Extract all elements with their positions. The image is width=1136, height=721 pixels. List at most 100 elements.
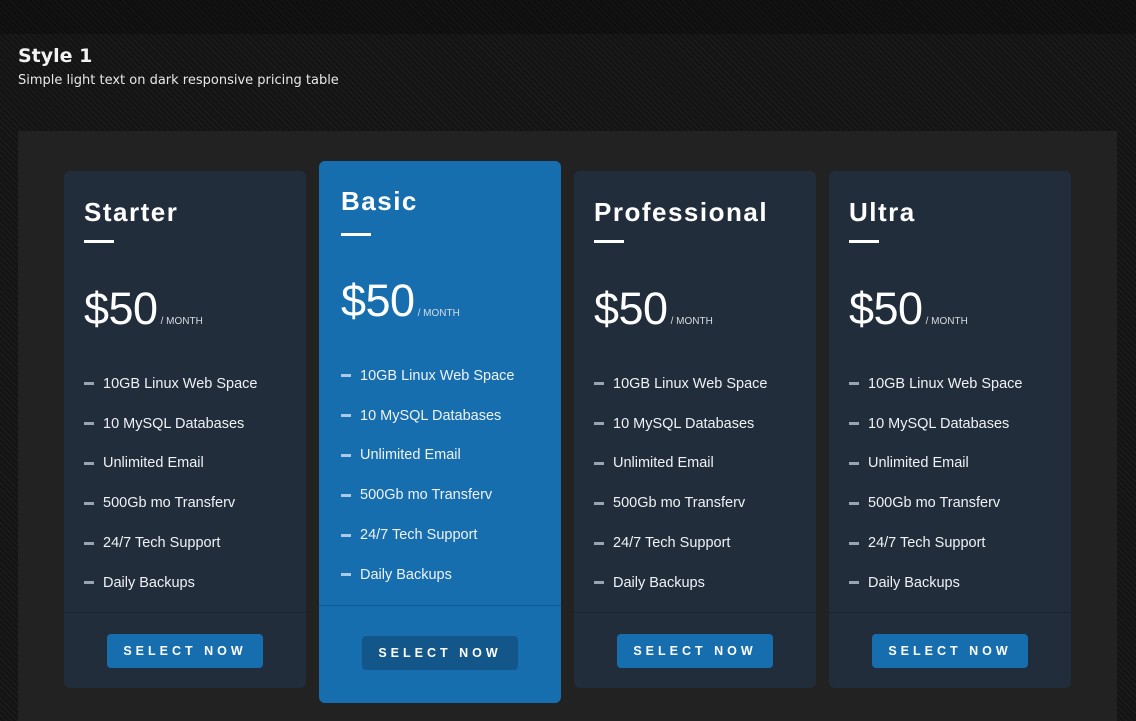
feature-label: 500Gb mo Transferv bbox=[103, 495, 236, 512]
feature-label: 10GB Linux Web Space bbox=[103, 375, 258, 392]
plan-price: $50/ MONTH bbox=[594, 283, 713, 335]
feature-label: 10GB Linux Web Space bbox=[868, 375, 1023, 392]
feature-item: Unlimited Email bbox=[84, 444, 258, 484]
feature-item: 24/7 Tech Support bbox=[849, 523, 1023, 563]
plan-name: Professional bbox=[594, 197, 769, 227]
plan-price: $50/ MONTH bbox=[341, 275, 460, 327]
feature-label: 10GB Linux Web Space bbox=[613, 375, 768, 392]
pricing-card-basic: Basic $50/ MONTH 10GB Linux Web Space 10… bbox=[319, 161, 561, 703]
dash-icon bbox=[849, 422, 859, 426]
dash-icon bbox=[849, 581, 859, 585]
pricing-card-starter: Starter $50/ MONTH 10GB Linux Web Space … bbox=[64, 171, 306, 688]
feature-list: 10GB Linux Web Space 10 MySQL Databases … bbox=[849, 364, 1023, 603]
dash-icon bbox=[84, 461, 94, 465]
feature-label: 24/7 Tech Support bbox=[613, 535, 731, 552]
dash-icon bbox=[341, 453, 351, 457]
feature-label: 10GB Linux Web Space bbox=[360, 367, 515, 384]
feature-label: 10 MySQL Databases bbox=[613, 415, 755, 432]
feature-label: Daily Backups bbox=[868, 574, 960, 591]
feature-label: Unlimited Email bbox=[868, 455, 969, 472]
dash-icon bbox=[84, 541, 94, 545]
feature-label: 500Gb mo Transferv bbox=[868, 495, 1001, 512]
plan-price: $50/ MONTH bbox=[849, 283, 968, 335]
card-divider bbox=[829, 612, 1071, 613]
feature-label: Daily Backups bbox=[360, 566, 452, 583]
feature-item: Unlimited Email bbox=[341, 436, 515, 476]
feature-item: 10 MySQL Databases bbox=[849, 404, 1023, 444]
page-title: Style 1 bbox=[18, 45, 93, 67]
price-period: / MONTH bbox=[417, 308, 460, 319]
feature-list: 10GB Linux Web Space 10 MySQL Databases … bbox=[341, 356, 515, 595]
select-now-button-starter[interactable]: SELECT NOW bbox=[107, 634, 263, 668]
feature-item: Daily Backups bbox=[594, 563, 768, 603]
feature-label: 500Gb mo Transferv bbox=[613, 495, 746, 512]
feature-item: 24/7 Tech Support bbox=[341, 515, 515, 555]
card-divider bbox=[64, 612, 306, 613]
feature-item: Unlimited Email bbox=[849, 444, 1023, 484]
feature-label: Daily Backups bbox=[613, 574, 705, 591]
dash-icon bbox=[84, 501, 94, 505]
feature-list: 10GB Linux Web Space 10 MySQL Databases … bbox=[84, 364, 258, 603]
feature-item: 10GB Linux Web Space bbox=[84, 364, 258, 404]
plan-name: Ultra bbox=[849, 197, 916, 227]
dash-icon bbox=[341, 414, 351, 418]
feature-item: 24/7 Tech Support bbox=[594, 523, 768, 563]
dash-icon bbox=[849, 541, 859, 545]
price-amount: $50 bbox=[84, 283, 158, 334]
feature-label: Daily Backups bbox=[103, 574, 195, 591]
pricing-card-ultra: Ultra $50/ MONTH 10GB Linux Web Space 10… bbox=[829, 171, 1071, 688]
feature-item: 10GB Linux Web Space bbox=[849, 364, 1023, 404]
feature-item: 10GB Linux Web Space bbox=[341, 356, 515, 396]
dash-icon bbox=[594, 461, 604, 465]
select-now-button-ultra[interactable]: SELECT NOW bbox=[872, 634, 1028, 668]
feature-item: 24/7 Tech Support bbox=[84, 523, 258, 563]
feature-item: 10 MySQL Databases bbox=[341, 396, 515, 436]
page-subtitle: Simple light text on dark responsive pri… bbox=[18, 73, 339, 88]
top-strip bbox=[0, 0, 1136, 34]
price-amount: $50 bbox=[341, 275, 415, 326]
card-divider bbox=[574, 612, 816, 613]
plan-price: $50/ MONTH bbox=[84, 283, 203, 335]
price-amount: $50 bbox=[849, 283, 923, 334]
dash-icon bbox=[594, 541, 604, 545]
dash-icon bbox=[594, 382, 604, 386]
feature-item: 10 MySQL Databases bbox=[84, 404, 258, 444]
page-header: Style 1 Simple light text on dark respon… bbox=[18, 42, 339, 89]
feature-label: 24/7 Tech Support bbox=[360, 527, 478, 544]
feature-item: 500Gb mo Transferv bbox=[849, 483, 1023, 523]
dash-icon bbox=[84, 581, 94, 585]
feature-item: 500Gb mo Transferv bbox=[594, 483, 768, 523]
title-underline bbox=[849, 240, 879, 243]
feature-label: 10 MySQL Databases bbox=[360, 407, 502, 424]
price-period: / MONTH bbox=[670, 316, 713, 327]
dash-icon bbox=[341, 573, 351, 577]
pricing-card-professional: Professional $50/ MONTH 10GB Linux Web S… bbox=[574, 171, 816, 688]
feature-item: Daily Backups bbox=[849, 563, 1023, 603]
dash-icon bbox=[341, 533, 351, 537]
dash-icon bbox=[84, 422, 94, 426]
dash-icon bbox=[594, 581, 604, 585]
feature-label: 10 MySQL Databases bbox=[868, 415, 1010, 432]
select-now-button-basic[interactable]: SELECT NOW bbox=[362, 636, 518, 670]
pricing-panel: Starter $50/ MONTH 10GB Linux Web Space … bbox=[18, 131, 1117, 721]
dash-icon bbox=[341, 493, 351, 497]
plan-name: Starter bbox=[84, 197, 179, 227]
feature-label: Unlimited Email bbox=[103, 455, 204, 472]
dash-icon bbox=[84, 382, 94, 386]
feature-label: Unlimited Email bbox=[360, 447, 461, 464]
price-amount: $50 bbox=[594, 283, 668, 334]
card-divider bbox=[319, 605, 561, 606]
feature-item: 500Gb mo Transferv bbox=[341, 475, 515, 515]
plan-name: Basic bbox=[341, 186, 418, 216]
select-now-button-professional[interactable]: SELECT NOW bbox=[617, 634, 773, 668]
dash-icon bbox=[849, 461, 859, 465]
feature-item: Daily Backups bbox=[341, 555, 515, 595]
price-period: / MONTH bbox=[925, 316, 968, 327]
feature-label: Unlimited Email bbox=[613, 455, 714, 472]
title-underline bbox=[84, 240, 114, 243]
dash-icon bbox=[594, 422, 604, 426]
feature-item: 10GB Linux Web Space bbox=[594, 364, 768, 404]
title-underline bbox=[594, 240, 624, 243]
dash-icon bbox=[849, 501, 859, 505]
feature-label: 10 MySQL Databases bbox=[103, 415, 245, 432]
